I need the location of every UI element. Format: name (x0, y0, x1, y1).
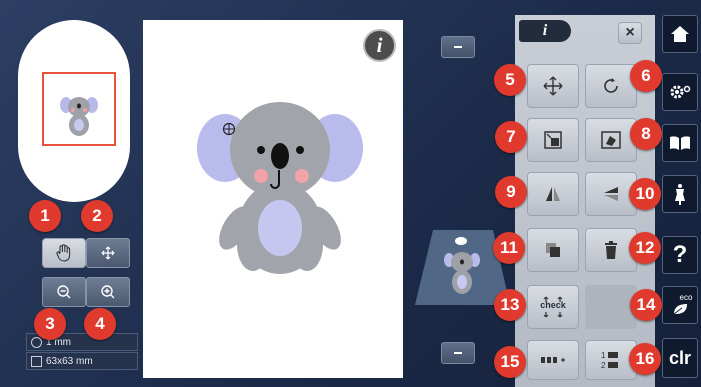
koala-design[interactable] (195, 88, 365, 283)
badge-4: 4 (84, 308, 116, 340)
shape-motif-button[interactable] (585, 118, 637, 162)
duplicate-icon (546, 243, 560, 257)
design-size-status: 63x63 mm (26, 352, 138, 370)
badge-14: 14 (630, 289, 662, 321)
rotate-icon (604, 78, 618, 93)
trash-icon (605, 241, 617, 259)
eco-mode-button[interactable]: eco (662, 286, 698, 324)
hand-icon (56, 244, 71, 262)
close-panel-button[interactable]: × (618, 22, 642, 44)
leaf-icon (673, 304, 687, 315)
setup-button[interactable] (662, 73, 698, 111)
help-button[interactable]: ? (662, 236, 698, 274)
badge-15: 15 (494, 346, 526, 378)
pan-view-button[interactable] (42, 238, 86, 268)
badge-11: 11 (493, 232, 525, 264)
info-label: i (376, 33, 383, 57)
minus-icon (454, 352, 462, 354)
badge-13: 13 (494, 289, 526, 321)
mirror-up-down-icon (604, 187, 618, 201)
size-icon (31, 355, 42, 367)
check-size-button[interactable]: check (527, 285, 579, 329)
move-arrows-icon (101, 246, 115, 260)
scroll-down-button[interactable] (441, 342, 475, 364)
zoom-in-button[interactable] (86, 277, 130, 307)
badge-6: 6 (630, 60, 662, 92)
svg-text:1: 1 (601, 351, 606, 360)
resize-motif-button[interactable] (527, 118, 579, 162)
badge-16: 16 (629, 343, 661, 375)
rotate-motif-button[interactable] (585, 64, 637, 108)
badge-8: 8 (630, 118, 662, 150)
stitch-plus-icon (541, 357, 565, 363)
clr-label: clr (668, 347, 692, 368)
canvas-info-button[interactable]: i (363, 29, 396, 62)
resize-icon (544, 131, 562, 149)
badge-10: 10 (629, 178, 661, 210)
mirror-horizontal-button[interactable] (527, 172, 579, 216)
zoom-in-icon (101, 285, 115, 299)
check-label: check (540, 300, 566, 310)
add-stitches-button[interactable] (527, 340, 579, 380)
move-arrows-icon (543, 76, 563, 96)
crosshair-icon (222, 122, 236, 136)
close-icon: × (625, 24, 635, 41)
info-label: i (542, 22, 548, 39)
duplicate-motif-button[interactable] (527, 228, 579, 272)
badge-3: 3 (34, 308, 66, 340)
zoom-out-icon (57, 285, 71, 299)
badge-2: 2 (81, 200, 113, 232)
stitch-icon (31, 336, 42, 348)
move-motif-button[interactable] (527, 64, 579, 108)
badge-12: 12 (629, 232, 661, 264)
panel-info-button[interactable]: i (519, 20, 571, 42)
embroidery-edit-screen: 1 mm 63x63 mm i i × check 1 2 ? eco clr … (0, 0, 701, 387)
sequence-icon: 12 (601, 351, 618, 370)
design-size-value: 63x63 mm (46, 355, 93, 367)
svg-text:2: 2 (601, 361, 606, 370)
badge-5: 5 (494, 64, 526, 96)
eco-label: eco (679, 293, 693, 302)
help-icon: ? (672, 241, 688, 268)
creative-consultant-button[interactable] (662, 175, 698, 213)
badge-1: 1 (29, 200, 61, 232)
zoom-out-button[interactable] (42, 277, 86, 307)
minus-icon (454, 46, 462, 48)
move-design-button[interactable] (86, 238, 130, 268)
home-icon (671, 26, 689, 42)
distort-icon (601, 131, 621, 149)
badge-9: 9 (495, 176, 527, 208)
guide-button[interactable] (662, 124, 698, 162)
dress-form-icon (675, 184, 685, 205)
book-icon (670, 136, 690, 150)
home-button[interactable] (662, 15, 698, 53)
badge-7: 7 (495, 121, 527, 153)
clear-button[interactable]: clr (662, 338, 698, 378)
koala-thumbnail (60, 97, 98, 136)
scroll-up-button[interactable] (441, 36, 475, 58)
gear-icon (670, 85, 691, 99)
mirror-left-right-icon (546, 187, 560, 201)
